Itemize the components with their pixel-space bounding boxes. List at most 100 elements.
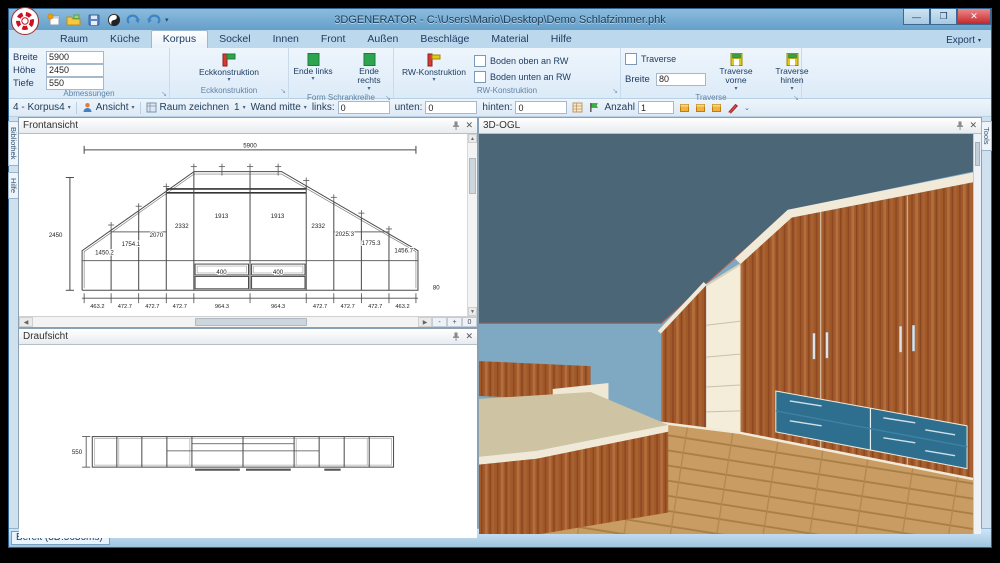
export-button[interactable]: Export▾ bbox=[942, 33, 985, 48]
wand-select[interactable]: Wand mitte▾ bbox=[251, 102, 307, 113]
frontansicht-header[interactable]: Frontansicht ✕ bbox=[19, 118, 477, 134]
options-icon[interactable] bbox=[105, 12, 122, 28]
traverse-breite-input[interactable] bbox=[656, 73, 706, 86]
cube-orange-icon[interactable] bbox=[711, 102, 722, 113]
pin-icon[interactable] bbox=[956, 121, 964, 130]
scroll-thumb[interactable] bbox=[195, 318, 307, 326]
cube-orange-icon[interactable] bbox=[695, 102, 706, 113]
ogl-header[interactable]: 3D-OGL ✕ bbox=[479, 118, 981, 134]
dimension-label: 472.7 bbox=[341, 304, 355, 310]
breite-input[interactable] bbox=[46, 51, 104, 64]
tab-front[interactable]: Front bbox=[310, 31, 357, 48]
number-select-label: 1 bbox=[234, 102, 240, 113]
pencil-red-icon[interactable] bbox=[727, 102, 739, 114]
tab-innen[interactable]: Innen bbox=[262, 31, 310, 48]
scroll-thumb[interactable] bbox=[469, 158, 476, 194]
number-select[interactable]: 1▾ bbox=[234, 102, 246, 113]
raum-zeichnen-icon bbox=[146, 102, 157, 113]
tiefe-input[interactable] bbox=[46, 77, 104, 90]
ogl-title: 3D-OGL bbox=[483, 120, 520, 131]
ende-rechts-button[interactable]: Ende rechts ▾ bbox=[343, 51, 395, 93]
flag-green-icon[interactable] bbox=[588, 102, 599, 113]
wand-select-label: Wand mitte bbox=[251, 102, 301, 113]
chevron-down-icon: ▾ bbox=[432, 77, 435, 84]
rw-konstruktion-button[interactable]: RW-Konstruktion ▾ bbox=[398, 51, 470, 85]
grid-icon[interactable] bbox=[572, 102, 583, 113]
close-panel-icon[interactable]: ✕ bbox=[465, 120, 473, 131]
boden-oben-checkbox-row[interactable]: Boden oben an RW bbox=[474, 55, 571, 67]
unten-input[interactable] bbox=[425, 101, 477, 114]
new-icon[interactable] bbox=[45, 12, 62, 28]
quick-access-toolbar: ▾ bbox=[41, 12, 169, 28]
tab-hilfe[interactable]: Hilfe bbox=[540, 31, 583, 48]
tab-aussen[interactable]: Außen bbox=[356, 31, 409, 48]
pin-icon[interactable] bbox=[452, 332, 460, 341]
tab-korpus[interactable]: Korpus bbox=[151, 30, 208, 48]
traverse-vorne-button[interactable]: Traverse vorne ▾ bbox=[710, 51, 762, 93]
korpus-select[interactable]: 4 - Korpus4▾ bbox=[13, 102, 71, 113]
dimension-label: 472.7 bbox=[313, 304, 327, 310]
minimize-button[interactable]: — bbox=[903, 9, 930, 25]
close-panel-icon[interactable]: ✕ bbox=[969, 120, 977, 131]
draufsicht-header[interactable]: Draufsicht ✕ bbox=[19, 329, 477, 345]
zoom-out-button[interactable]: - bbox=[432, 317, 447, 327]
sidebar-tab-tools[interactable]: Tools bbox=[981, 121, 992, 151]
dialog-launcher-icon[interactable]: ↘ bbox=[793, 94, 799, 102]
scroll-up-icon[interactable]: ▲ bbox=[468, 134, 477, 143]
dimension-label: 1775.3 bbox=[362, 241, 381, 247]
ogl-scrollbar[interactable] bbox=[973, 134, 981, 534]
hoehe-input[interactable] bbox=[46, 64, 104, 77]
zoom-in-button[interactable]: + bbox=[447, 317, 462, 327]
zoom-reset-button[interactable]: 0 bbox=[462, 317, 477, 327]
tab-beschlaege[interactable]: Beschläge bbox=[409, 31, 480, 48]
front-horizontal-scrollbar[interactable]: ◀ ▶ - + 0 bbox=[19, 316, 477, 327]
dialog-launcher-icon[interactable]: ↘ bbox=[280, 87, 286, 95]
ansicht-button[interactable]: Ansicht▾ bbox=[82, 102, 135, 113]
draufsicht-canvas[interactable]: 550 bbox=[19, 345, 477, 538]
links-input[interactable] bbox=[338, 101, 390, 114]
hinten-input[interactable] bbox=[515, 101, 567, 114]
ogl-viewport[interactable] bbox=[479, 134, 981, 534]
tab-material[interactable]: Material bbox=[480, 31, 539, 48]
dialog-launcher-icon[interactable]: ↘ bbox=[612, 87, 618, 95]
dimension-label: 472.7 bbox=[118, 304, 132, 310]
app-logo-icon bbox=[15, 11, 35, 31]
raum-zeichnen-label: Raum zeichnen bbox=[160, 102, 229, 113]
unten-label: unten: bbox=[395, 102, 423, 113]
app-menu-button[interactable] bbox=[11, 7, 39, 35]
scroll-left-icon[interactable]: ◀ bbox=[19, 317, 33, 327]
toolbar-overflow-icon[interactable]: ⌄ bbox=[744, 104, 750, 112]
ende-links-button[interactable]: Ende links ▾ bbox=[287, 51, 339, 84]
raum-zeichnen-button[interactable]: Raum zeichnen bbox=[146, 102, 229, 113]
tab-sockel[interactable]: Sockel bbox=[208, 31, 262, 48]
dimension-label: 2332 bbox=[175, 224, 189, 230]
scroll-down-icon[interactable]: ▼ bbox=[468, 307, 477, 316]
anzahl-input[interactable] bbox=[638, 101, 674, 114]
rw-konstruktion-icon bbox=[426, 52, 442, 68]
dialog-launcher-icon[interactable]: ↘ bbox=[161, 90, 167, 98]
traverse-checkbox-row[interactable]: Traverse bbox=[625, 53, 706, 65]
open-folder-icon[interactable] bbox=[65, 12, 82, 28]
pin-icon[interactable] bbox=[452, 121, 460, 130]
save-icon[interactable] bbox=[85, 12, 102, 28]
tab-kueche[interactable]: Küche bbox=[99, 31, 151, 48]
close-button[interactable]: ✕ bbox=[957, 9, 991, 25]
maximize-button[interactable]: ❐ bbox=[930, 9, 957, 25]
quick-access-dropdown-icon[interactable]: ▾ bbox=[165, 16, 169, 24]
scroll-track[interactable] bbox=[33, 317, 418, 327]
close-panel-icon[interactable]: ✕ bbox=[465, 331, 473, 342]
tab-raum[interactable]: Raum bbox=[49, 31, 99, 48]
boden-unten-checkbox-row[interactable]: Boden unten an RW bbox=[474, 71, 571, 83]
scroll-right-icon[interactable]: ▶ bbox=[418, 317, 432, 327]
undo-icon[interactable] bbox=[145, 12, 162, 28]
dimension-label: 80 bbox=[433, 285, 440, 291]
front-vertical-scrollbar[interactable]: ▲ ▼ bbox=[467, 134, 477, 316]
cube-orange-icon[interactable] bbox=[679, 102, 690, 113]
redo-icon[interactable] bbox=[125, 12, 142, 28]
eckkonstruktion-button[interactable]: Eckkonstruktion ▾ bbox=[195, 51, 263, 85]
scroll-thumb[interactable] bbox=[975, 142, 980, 166]
boden-unten-label: Boden unten an RW bbox=[490, 72, 571, 82]
dialog-launcher-icon[interactable]: ↘ bbox=[385, 94, 391, 102]
dimension-label: 1913 bbox=[215, 214, 229, 220]
frontansicht-canvas[interactable]: 5900 2450 1450.2 1754.1 2070 2332 1913 1… bbox=[19, 134, 477, 316]
